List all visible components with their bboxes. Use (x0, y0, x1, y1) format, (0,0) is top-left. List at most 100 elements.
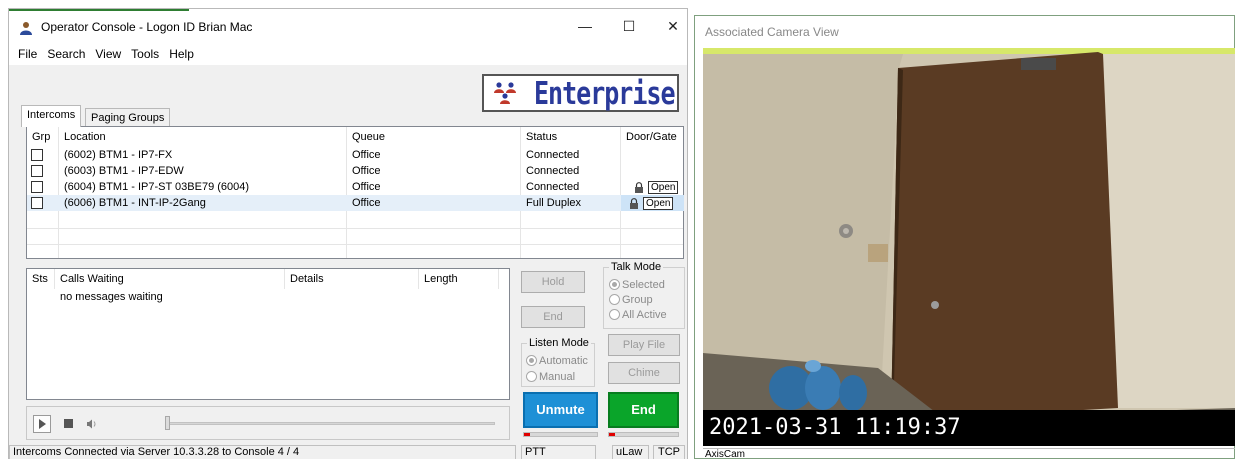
play-button[interactable] (33, 415, 51, 433)
row-divider (27, 244, 683, 245)
group-checkbox[interactable] (31, 181, 43, 193)
listen-mode-automatic-option[interactable]: Automatic (526, 354, 588, 368)
column-header-door-gate[interactable]: Door/Gate (621, 127, 685, 147)
group-checkbox[interactable] (31, 197, 43, 209)
stop-icon (64, 419, 73, 428)
tab-intercoms[interactable]: Intercoms (21, 105, 82, 127)
unmute-button[interactable]: Unmute (523, 392, 598, 428)
talk-mode-group: Talk Mode Selected Group All Active (603, 261, 685, 329)
talk-mode-group-option[interactable]: Group (609, 293, 653, 307)
title-bar[interactable]: Operator Console - Logon ID Brian Mac — … (9, 9, 687, 43)
group-checkbox[interactable] (31, 149, 43, 161)
radio-selected-icon (526, 355, 537, 366)
camera-view-window: Associated Camera View 2021-03-31 11:19:… (694, 15, 1235, 459)
camera-feed[interactable]: 2021-03-31 11:19:37 (703, 48, 1235, 446)
column-header-queue[interactable]: Queue (347, 127, 521, 147)
column-header-details[interactable]: Details (285, 269, 419, 289)
location-cell: (6006) BTM1 - INT-IP-2Gang (64, 197, 206, 209)
location-cell: (6004) BTM1 - IP7-ST 03BE79 (6004) (64, 181, 250, 193)
listen-level-meter (608, 432, 679, 437)
door-open-button[interactable]: Open (648, 180, 679, 194)
menu-tools[interactable]: Tools (126, 47, 164, 61)
table-row[interactable]: (6004) BTM1 - IP7-ST 03BE79 (6004) Offic… (27, 179, 683, 195)
talk-mode-title: Talk Mode (609, 261, 664, 273)
queue-cell: Office (352, 181, 381, 193)
door-gate-cell: Open (621, 195, 684, 211)
menu-view[interactable]: View (90, 47, 126, 61)
talk-mode-all-active-option[interactable]: All Active (609, 308, 667, 322)
title-accent-line (9, 9, 189, 11)
camera-frame-image (703, 48, 1235, 446)
location-cell: (6003) BTM1 - IP7-EDW (64, 165, 184, 177)
status-cell: Connected (526, 165, 580, 177)
listen-mode-title: Listen Mode (527, 337, 591, 349)
column-header-sts[interactable]: Sts (27, 269, 55, 289)
lock-icon (635, 181, 643, 193)
window-title: Operator Console - Logon ID Brian Mac (41, 20, 253, 34)
logo-text: Enterprise (534, 74, 676, 112)
chime-button[interactable]: Chime (608, 362, 680, 384)
stop-button[interactable] (60, 415, 78, 433)
status-bar: Intercoms Connected via Server 10.3.3.28… (9, 445, 687, 459)
tab-paging-groups[interactable]: Paging Groups (85, 108, 171, 128)
listen-mode-manual-option[interactable]: Manual (526, 370, 575, 384)
maximize-button[interactable]: ☐ (609, 13, 649, 39)
seek-track[interactable] (165, 422, 495, 425)
radio-icon (526, 371, 537, 382)
play-icon (39, 419, 46, 429)
level-fill (524, 433, 530, 436)
table-row[interactable]: (6002) BTM1 - IP7-FX Office Connected (27, 147, 683, 163)
camera-window-title: Associated Camera View (705, 25, 839, 39)
lock-icon (630, 197, 638, 209)
row-divider (27, 228, 683, 229)
table-row-selected[interactable]: (6006) BTM1 - INT-IP-2Gang Office Full D… (27, 195, 684, 211)
status-cell: Connected (526, 149, 580, 161)
door-open-button[interactable]: Open (643, 196, 674, 210)
people-group-icon (494, 82, 516, 104)
close-button[interactable]: ✕ (653, 13, 693, 39)
table-row[interactable]: (6003) BTM1 - IP7-EDW Office Connected (27, 163, 683, 179)
enterprise-logo: Enterprise (482, 74, 679, 112)
radio-selected-icon (609, 279, 620, 290)
empty-queue-message: no messages waiting (60, 291, 163, 303)
talk-level-meter (523, 432, 598, 437)
radio-label: Group (622, 294, 653, 306)
menu-help[interactable]: Help (164, 47, 199, 61)
radio-label: Selected (622, 279, 665, 291)
column-header-location[interactable]: Location (59, 127, 347, 147)
play-file-button[interactable]: Play File (608, 334, 680, 356)
minimize-button[interactable]: — (565, 13, 605, 39)
operator-console-window: Operator Console - Logon ID Brian Mac — … (8, 8, 688, 459)
status-cell: Full Duplex (526, 197, 582, 209)
listen-mode-group: Listen Mode Automatic Manual (521, 337, 595, 387)
end-call-button[interactable]: End (608, 392, 679, 428)
end-button[interactable]: End (521, 306, 585, 328)
camera-timestamp: 2021-03-31 11:19:37 (703, 410, 1235, 446)
menu-file[interactable]: File (13, 47, 42, 61)
queue-cell: Office (352, 165, 381, 177)
radio-label: Manual (539, 371, 576, 383)
column-header-grp[interactable]: Grp (27, 127, 59, 147)
seek-slider-handle[interactable] (165, 416, 170, 430)
media-player-bar (26, 406, 510, 440)
queue-cell: Office (352, 149, 381, 161)
speaker-icon (87, 419, 96, 429)
connection-status: Intercoms Connected via Server 10.3.3.28… (9, 445, 516, 459)
menu-search[interactable]: Search (42, 47, 90, 61)
column-header-status[interactable]: Status (521, 127, 621, 147)
group-checkbox[interactable] (31, 165, 43, 177)
column-header-length[interactable]: Length (419, 269, 499, 289)
status-cell: Connected (526, 181, 580, 193)
level-fill (609, 433, 615, 436)
volume-button[interactable] (83, 415, 101, 433)
codec-indicator: uLaw (612, 445, 649, 459)
camera-source-label: AxisCam (703, 448, 1235, 459)
hold-button[interactable]: Hold (521, 271, 585, 293)
column-header-calls-waiting[interactable]: Calls Waiting (55, 269, 285, 289)
radio-icon (609, 294, 620, 305)
protocol-indicator: TCP (653, 445, 685, 459)
door-gate-cell: Open (629, 179, 679, 195)
talk-mode-selected-option[interactable]: Selected (609, 278, 665, 292)
intercom-table: Grp Location Queue Status Door/Gate (600… (26, 126, 684, 259)
calls-waiting-table: Sts Calls Waiting Details Length no mess… (26, 268, 510, 400)
